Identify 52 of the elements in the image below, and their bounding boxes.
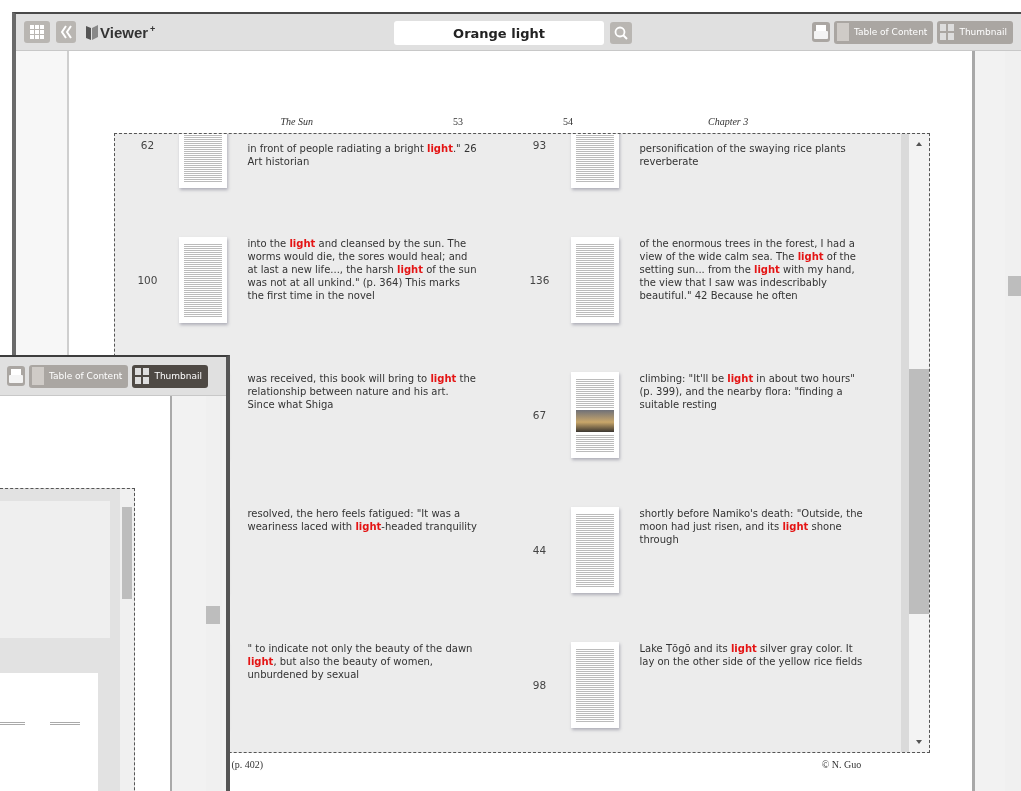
logo-mark: + — [150, 23, 156, 34]
scrollbar-thumb[interactable] — [206, 606, 220, 624]
page-number: 44 — [531, 543, 548, 556]
printer-icon[interactable] — [6, 366, 25, 386]
book-logo-icon — [86, 24, 98, 40]
page-thumbnail[interactable] — [179, 236, 228, 323]
page-number: 98 — [531, 678, 548, 691]
search-result-snippet[interactable]: shortly before Namiko's death: "Outside, the moon had just risen, and its light shone through — [639, 506, 870, 546]
page-number: 54 — [562, 115, 573, 127]
running-title: The Sun — [280, 115, 313, 127]
page-number: 67 — [531, 408, 548, 421]
search-result-snippet[interactable]: into the light and cleansed by the sun. The worms would die, the sores would heal; and at last a new life..., the harsh light of the sun was not at all unkind." (p. 364) This marks the first time in the novel — [247, 236, 478, 302]
page-thumbnail[interactable] — [571, 506, 620, 593]
photo-credit: © N. Guo — [821, 759, 862, 770]
page-thumbnail[interactable] — [571, 236, 620, 323]
search-result-snippet[interactable]: personification of the swaying rice plants reverberate — [639, 141, 870, 168]
grid-icon — [30, 25, 44, 39]
scrollbar-thumb[interactable] — [122, 507, 132, 599]
search-result-snippet[interactable]: resolved, the hero feels fatigued: "It was a weariness laced with light-headed tranquility — [247, 506, 478, 533]
thumbnail-grid-icon — [135, 368, 150, 384]
page-number: 62 — [139, 138, 156, 151]
toolbar-tab[interactable]: Thumbnail — [132, 364, 208, 388]
search-field[interactable]: Orange light — [394, 21, 604, 45]
photo-placeholder — [576, 409, 615, 432]
page-number: 136 — [528, 273, 551, 286]
scrollbar-thumb[interactable] — [909, 369, 930, 614]
printer-icon[interactable] — [811, 22, 830, 42]
search-result-snippet[interactable]: was received, this book will bring to light the relationship between nature and his art. Since what Shiga — [247, 371, 478, 411]
search-result-snippet[interactable]: of the enormous trees in the forest, I had a view of the wide calm sea. The light of the setting sun... from the light with my hand, the view that I saw was indescribably beautiful." 42 Because he often — [639, 236, 870, 302]
scrollbar[interactable] — [901, 134, 930, 752]
search-icon — [614, 26, 628, 40]
thumbnail-grid-icon — [940, 24, 955, 40]
search-button[interactable] — [610, 22, 632, 44]
grid-menu-button[interactable] — [24, 21, 50, 43]
app-logo: Viewer — [100, 23, 149, 41]
page-number: 100 — [136, 273, 159, 286]
page-icon — [836, 23, 849, 41]
scrollbar[interactable] — [120, 489, 134, 791]
search-result-snippet[interactable]: climbing: "It'll be light in about two hours" (p. 399), and the nearby flora: "finding a suitable resting — [639, 371, 870, 411]
running-title: Chapter 3 — [707, 115, 749, 127]
page-number: 53 — [452, 115, 463, 127]
page-thumbnail[interactable] — [571, 371, 620, 458]
page-icon — [31, 367, 44, 385]
scrollbar-thumb[interactable] — [1008, 276, 1021, 296]
double-chevron-icon — [60, 25, 72, 39]
collapse-button[interactable] — [56, 21, 76, 43]
figure-caption: (p. 402) — [231, 759, 264, 770]
search-result-snippet[interactable]: in front of people radiating a bright light." 26 Art historian — [247, 141, 478, 168]
search-result-snippet[interactable]: Lake Tōgō and its light silver gray color. It lay on the other side of the yellow rice fields — [639, 641, 870, 668]
page-number: 93 — [531, 138, 548, 151]
search-result-snippet[interactable]: " to indicate not only the beauty of the dawn light, but also the beauty of women, unburdened by sexual — [247, 641, 478, 681]
page-thumbnail[interactable] — [571, 641, 620, 728]
